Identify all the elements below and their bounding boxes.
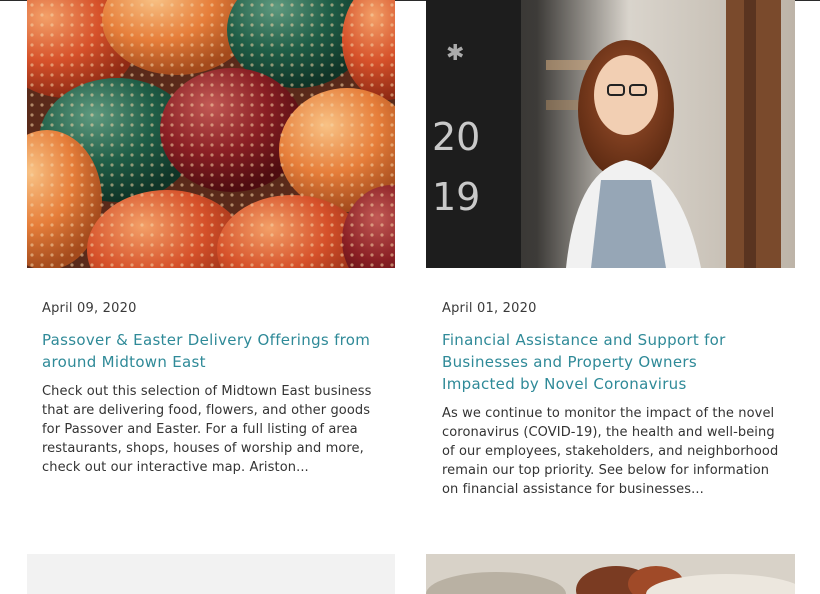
svg-text:✱: ✱ bbox=[446, 41, 464, 66]
post-image-easter-eggs[interactable] bbox=[27, 0, 395, 268]
post-image-food[interactable] bbox=[426, 554, 795, 594]
svg-text:20: 20 bbox=[432, 115, 480, 159]
post-title-link[interactable]: Financial Assistance and Support for Bus… bbox=[442, 329, 772, 395]
post-excerpt: As we continue to monitor the impact of … bbox=[442, 406, 779, 497]
post-excerpt: Check out this selection of Midtown East… bbox=[42, 384, 372, 475]
post-image-shop-owner[interactable]: 20 19 ✱ bbox=[426, 0, 795, 268]
svg-text:19: 19 bbox=[432, 175, 480, 219]
post-date: April 01, 2020 bbox=[442, 301, 537, 316]
post-date: April 09, 2020 bbox=[42, 301, 137, 316]
post-image-placeholder[interactable] bbox=[27, 554, 395, 594]
post-title-link[interactable]: Passover & Easter Delivery Offerings fro… bbox=[42, 329, 372, 373]
